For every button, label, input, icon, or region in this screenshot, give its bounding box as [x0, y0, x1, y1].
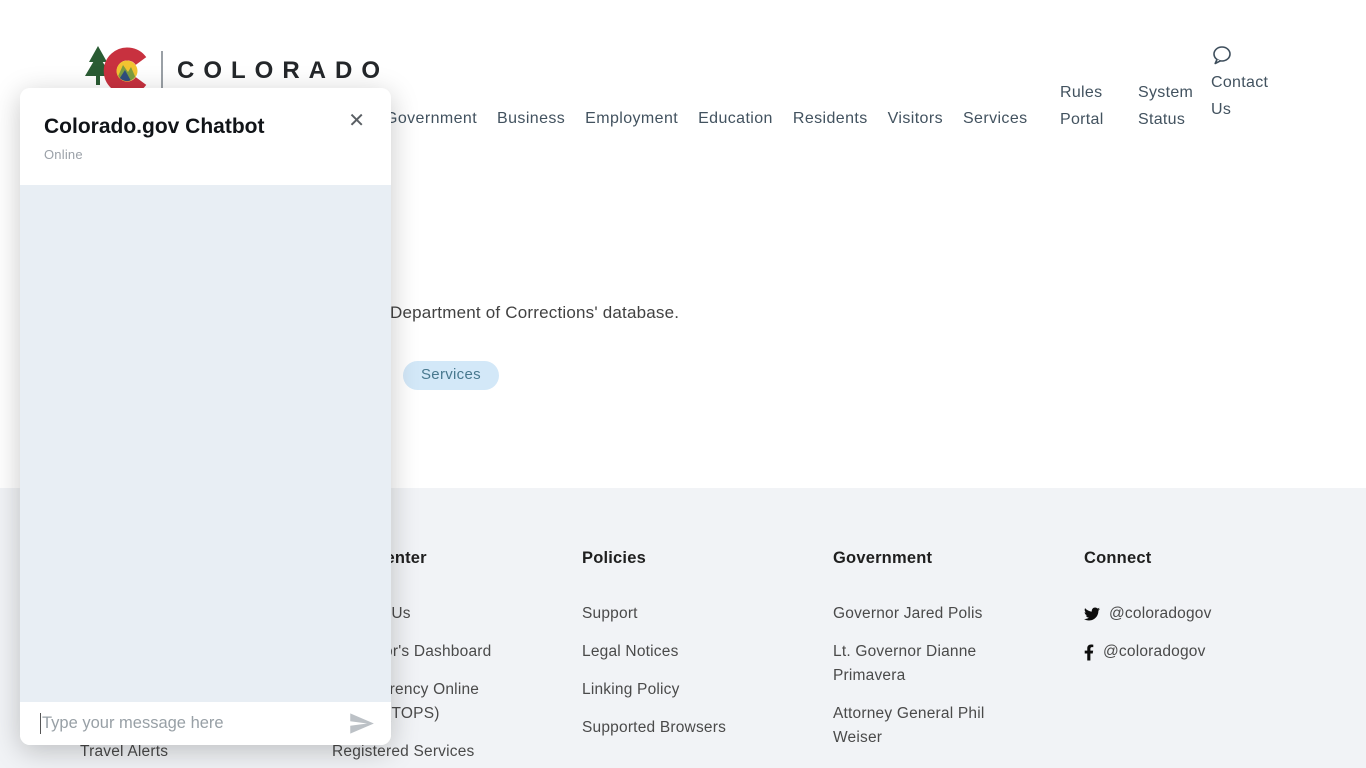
chatbot-message-area — [20, 185, 391, 702]
footer-link-attorney-general[interactable]: Attorney General Phil Weiser — [833, 705, 985, 746]
main-nav: Government Business Employment Education… — [385, 105, 1028, 132]
send-icon — [348, 710, 375, 737]
nav-system-status[interactable]: System Status — [1138, 79, 1202, 133]
page-description: Department of Corrections' database. — [390, 303, 679, 323]
footer-col-policies: Policies Support Legal Notices Linking P… — [582, 548, 762, 754]
chatbot-panel: Colorado.gov Chatbot Online ✕ — [20, 88, 391, 745]
twitter-handle: @coloradogov — [1109, 602, 1212, 626]
footer-link-facebook[interactable]: @coloradogov — [1084, 640, 1264, 664]
nav-contact-us[interactable]: Contact Us — [1211, 46, 1281, 123]
chatbot-input-row — [20, 702, 391, 745]
page: COLORADO Government Business Employment … — [0, 0, 1366, 768]
chatbot-close-button[interactable]: ✕ — [340, 104, 373, 137]
footer-link-support[interactable]: Support — [582, 605, 638, 622]
facebook-handle: @coloradogov — [1103, 640, 1206, 664]
nav-contact-us-label: Contact Us — [1211, 74, 1268, 118]
footer-link-supported-browsers[interactable]: Supported Browsers — [582, 719, 726, 736]
chatbot-send-button[interactable] — [342, 710, 391, 737]
footer-link-travel-alerts[interactable]: Travel Alerts — [80, 743, 168, 761]
nav-services[interactable]: Services — [963, 105, 1028, 132]
nav-government[interactable]: Government — [385, 105, 477, 132]
chatbot-status: Online — [44, 147, 367, 162]
nav-visitors[interactable]: Visitors — [888, 105, 943, 132]
footer-col-connect: Connect @coloradogov @color — [1084, 548, 1264, 678]
twitter-icon — [1084, 606, 1100, 622]
footer-link-lt-governor[interactable]: Lt. Governor Dianne Primavera — [833, 643, 976, 684]
logo-wordmark: COLORADO — [177, 57, 389, 85]
footer-heading-connect: Connect — [1084, 548, 1264, 568]
footer-heading-policies: Policies — [582, 548, 762, 568]
nav-business[interactable]: Business — [497, 105, 565, 132]
footer-link-governor[interactable]: Governor Jared Polis — [833, 605, 983, 622]
nav-residents[interactable]: Residents — [793, 105, 868, 132]
chat-bubble-icon — [1212, 46, 1232, 65]
logo-divider — [161, 51, 163, 91]
chatbot-header: Colorado.gov Chatbot Online ✕ — [20, 88, 391, 185]
nav-rules-portal[interactable]: Rules Portal — [1060, 79, 1112, 133]
footer-link-legal-notices[interactable]: Legal Notices — [582, 643, 679, 660]
footer-link-twitter[interactable]: @coloradogov — [1084, 602, 1264, 626]
footer-link-linking-policy[interactable]: Linking Policy — [582, 681, 680, 698]
nav-employment[interactable]: Employment — [585, 105, 678, 132]
services-tag[interactable]: Services — [403, 361, 499, 390]
nav-education[interactable]: Education — [698, 105, 773, 132]
text-caret — [40, 713, 41, 734]
footer-heading-government: Government — [833, 548, 1001, 568]
facebook-icon — [1084, 644, 1094, 661]
chatbot-title: Colorado.gov Chatbot — [44, 114, 367, 140]
chatbot-message-input[interactable] — [20, 714, 342, 733]
footer-link-registered-services[interactable]: Registered Services — [332, 743, 475, 760]
footer-col-government: Government Governor Jared Polis Lt. Gove… — [833, 548, 1001, 764]
